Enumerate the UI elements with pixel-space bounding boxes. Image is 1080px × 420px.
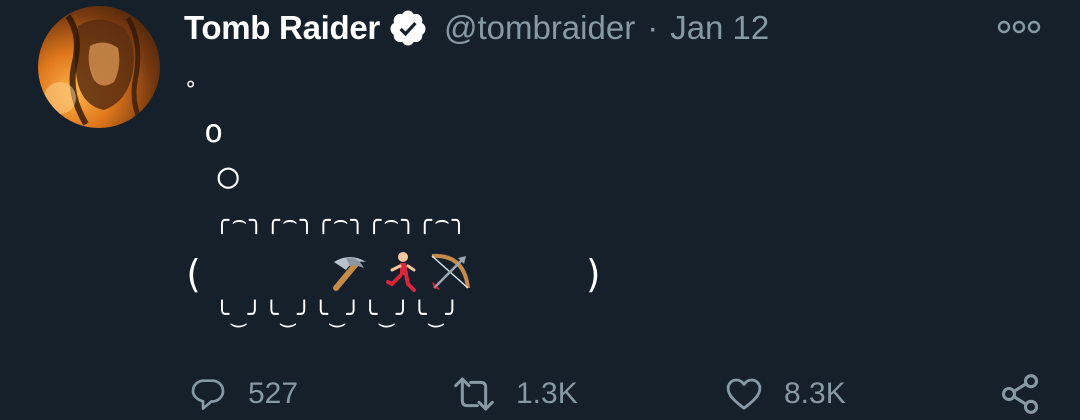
thought-dot-large: ◯: [218, 156, 239, 196]
thought-dot-small: °: [184, 78, 198, 103]
header-separator: ·: [647, 9, 659, 46]
user-handle[interactable]: @tombraider: [444, 9, 635, 47]
heart-icon: [726, 378, 762, 410]
reply-action[interactable]: 527: [188, 368, 298, 420]
share-icon: [1001, 374, 1039, 414]
tweet-date[interactable]: Jan 12: [670, 9, 769, 47]
cloud-top-edge: ╭⌢╮╭⌢╮╭⌢╮╭⌢╮╭⌢╮: [182, 206, 469, 234]
reply-icon: [191, 379, 225, 410]
pickaxe-icon: [326, 250, 370, 294]
verified-badge-icon: [388, 8, 428, 48]
profile-avatar[interactable]: [38, 6, 160, 128]
more-options-icon[interactable]: [996, 14, 1042, 40]
retweet-icon: [454, 377, 494, 411]
share-action[interactable]: [998, 368, 1042, 420]
reply-count: 527: [248, 377, 299, 410]
tweet-body: ° o ◯ ╭⌢╮╭⌢╮╭⌢╮╭⌢╮╭⌢╮ ( ) ╰‿╯╰‿╯╰‿╯╰‿╯╰‿…: [182, 78, 605, 348]
like-action[interactable]: 8.3K: [724, 368, 846, 420]
like-count: 8.3K: [784, 377, 846, 410]
cloud-bottom-edge: ╰‿╯╰‿╯╰‿╯╰‿╯╰‿╯: [182, 300, 462, 328]
bow-and-arrow-icon: [428, 250, 472, 294]
retweet-count: 1.3K: [516, 377, 578, 410]
tweet-header: Tomb Raider @tombraider · Jan 12: [184, 8, 769, 48]
display-name[interactable]: Tomb Raider: [184, 9, 380, 47]
retweet-action[interactable]: 1.3K: [452, 368, 578, 420]
person-running-icon: [378, 250, 422, 294]
thought-dot-medium: o: [204, 112, 224, 150]
